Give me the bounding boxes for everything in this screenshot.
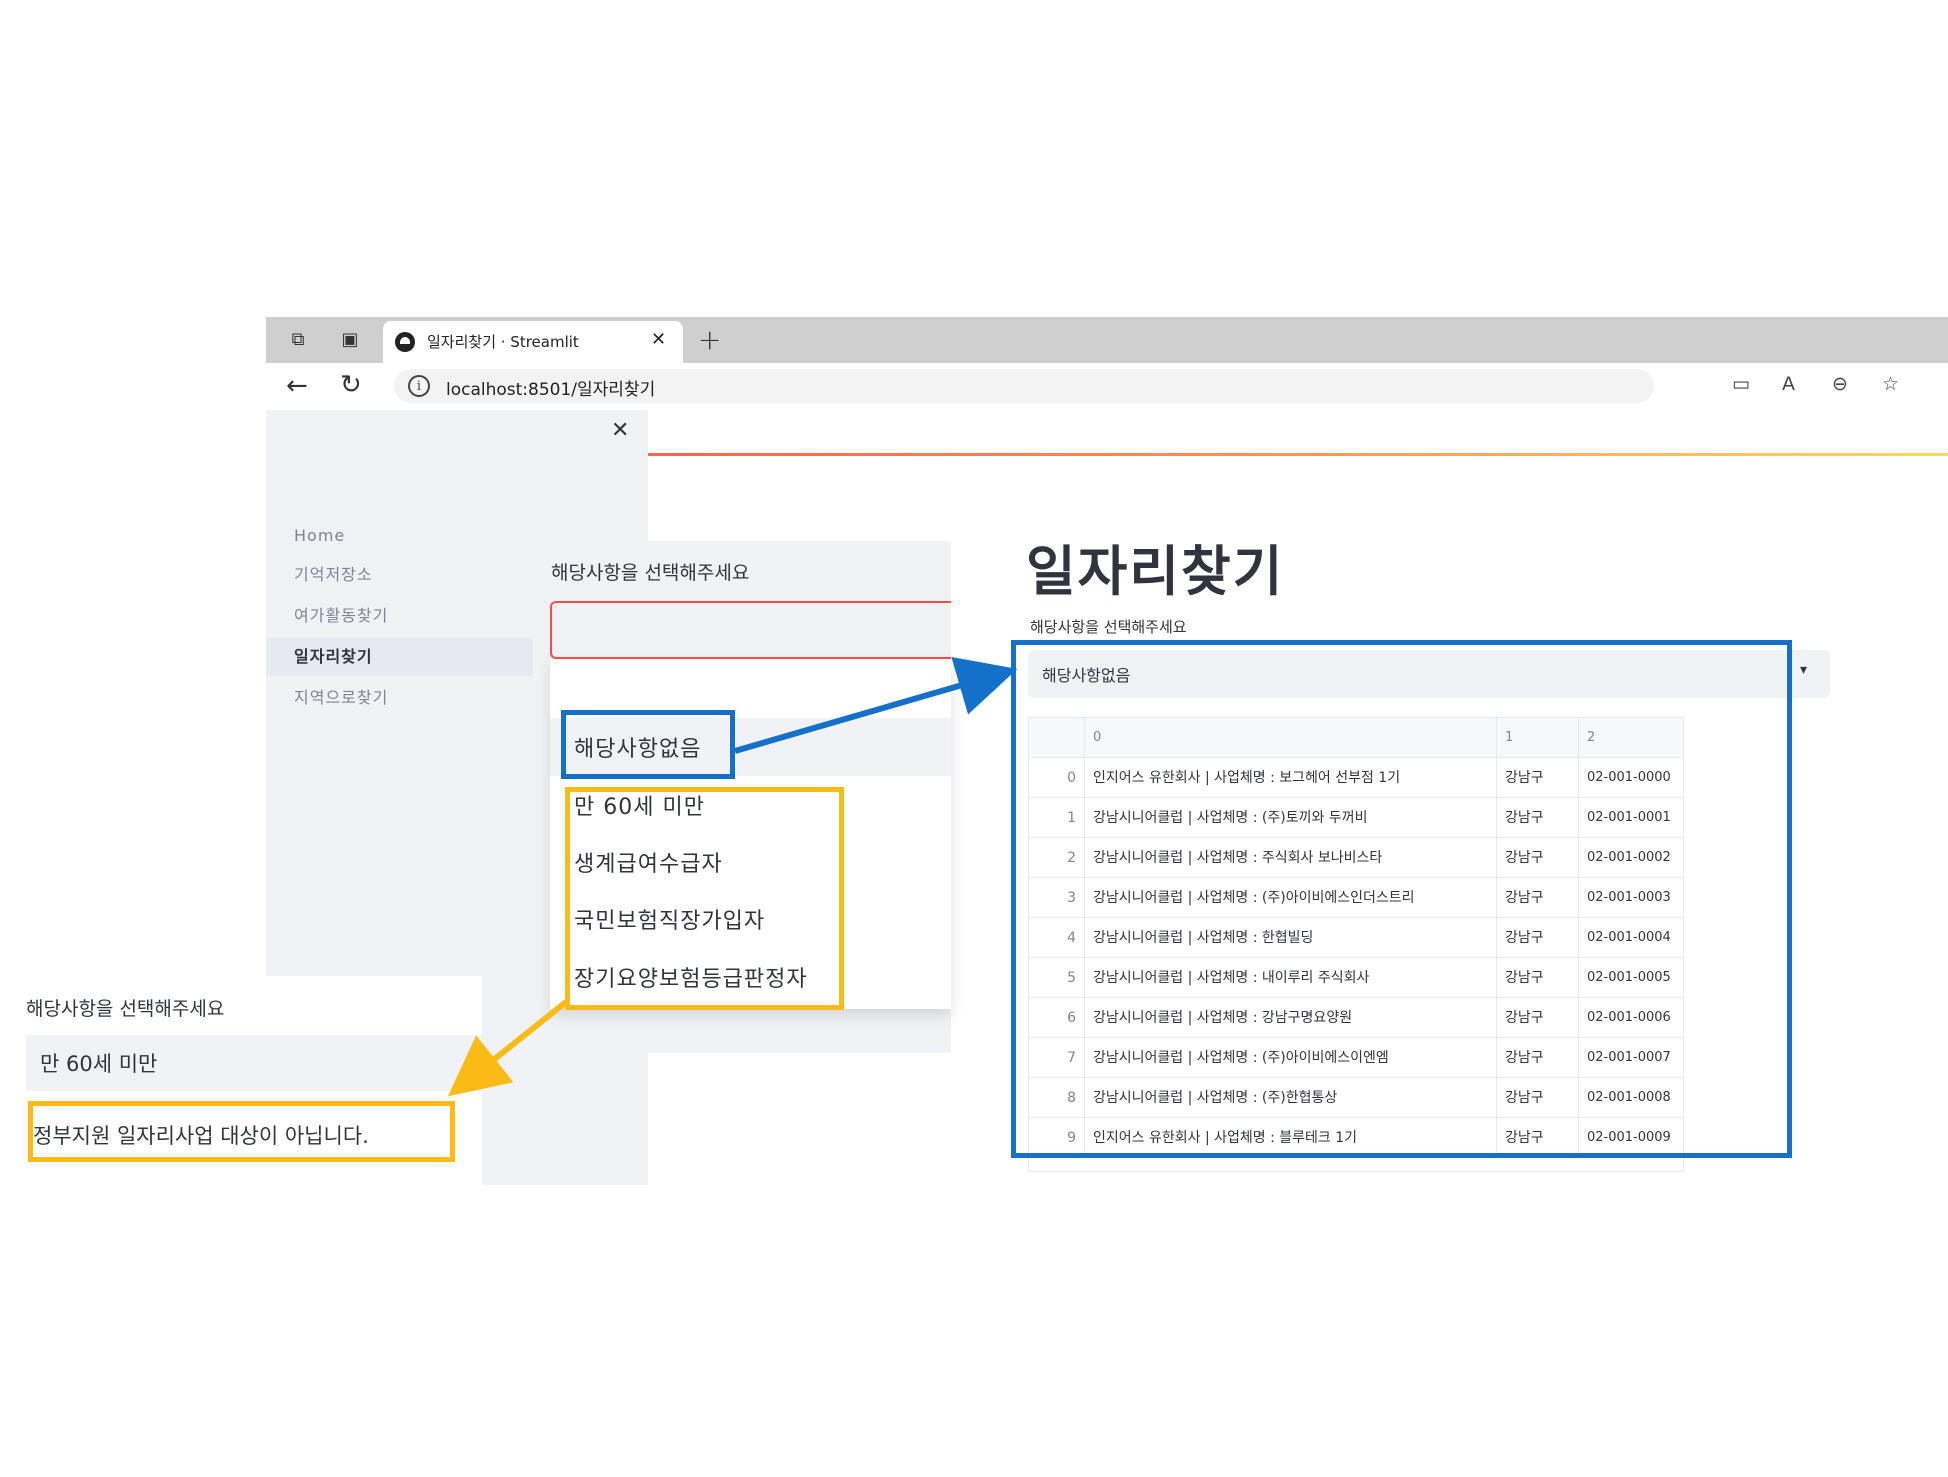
condition-select[interactable]: 만 60세 미만	[26, 1035, 482, 1091]
back-icon[interactable]: ←	[286, 371, 308, 401]
eligibility-message: 정부지원 일자리사업 대상이 아닙니다.	[28, 1101, 455, 1162]
condition-select-open[interactable]	[550, 601, 951, 659]
chevron-down-icon[interactable]: ▾	[1800, 662, 1807, 678]
dropdown-overlay: 해당사항을 선택해주세요 해당사항없음 만 60세 미만 생계급여수급자 국민보…	[533, 541, 951, 1053]
favorite-star-icon[interactable]: ☆	[1882, 373, 1899, 395]
new-tab-icon[interactable]: +	[698, 323, 721, 356]
close-sidebar-icon[interactable]: ✕	[611, 418, 629, 443]
close-icon[interactable]: ✕	[651, 329, 666, 350]
info-icon[interactable]: i	[408, 375, 430, 397]
select-value: 만 60세 미만	[40, 1052, 158, 1076]
address-bar: ← ↻ i localhost:8501/일자리찾기 ▭ A ⊖ ☆	[266, 363, 1948, 456]
zoom-out-icon[interactable]: ⊖	[1832, 373, 1848, 395]
annotation-blue-box	[1011, 640, 1792, 1158]
tab-title: 일자리찾기 · Streamlit	[427, 333, 579, 351]
tab-bar: ⧉ ▣ 일자리찾기 · Streamlit ✕ +	[266, 317, 1948, 363]
read-aloud-icon[interactable]: A	[1782, 373, 1795, 395]
browser-tab[interactable]: 일자리찾기 · Streamlit ✕	[383, 321, 683, 363]
annotation-blue-box	[561, 710, 735, 779]
camera-icon[interactable]: ▭	[1732, 373, 1750, 395]
result-overlay: 해당사항을 선택해주세요 만 60세 미만 정부지원 일자리사업 대상이 아닙니…	[0, 976, 482, 1186]
select-label: 해당사항을 선택해주세요	[1030, 618, 1187, 636]
page-title: 일자리찾기	[1026, 540, 1285, 603]
reload-icon[interactable]: ↻	[340, 370, 362, 400]
select-label: 해당사항을 선택해주세요	[26, 998, 225, 1020]
sidebar-fragment	[482, 1053, 648, 1184]
select-label: 해당사항을 선택해주세요	[551, 562, 750, 584]
workspaces-icon[interactable]: ⧉	[286, 328, 310, 352]
url-field[interactable]: i localhost:8501/일자리찾기	[394, 369, 1654, 403]
tab-actions-icon[interactable]: ▣	[338, 328, 362, 352]
streamlit-favicon	[395, 332, 415, 352]
annotation-yellow-box	[565, 787, 844, 1010]
url-text[interactable]: localhost:8501/일자리찾기	[446, 375, 655, 400]
